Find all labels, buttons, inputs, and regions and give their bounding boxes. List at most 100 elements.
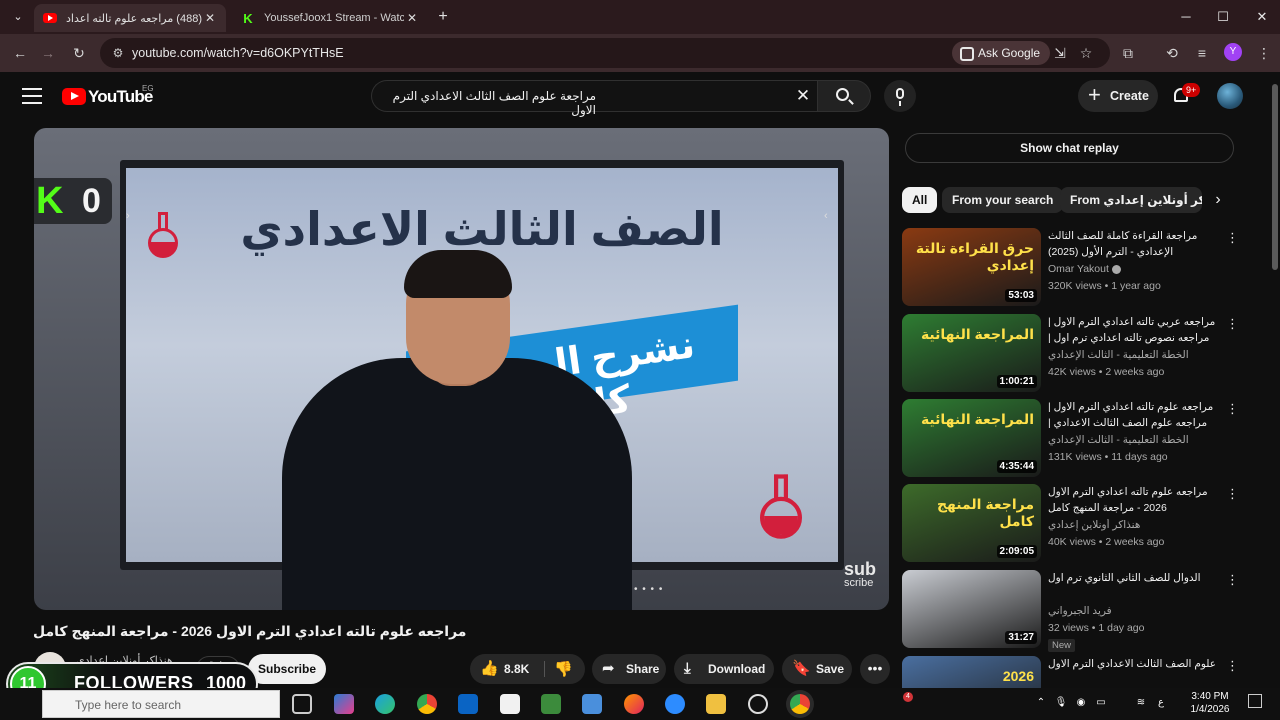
file-explorer-icon[interactable] xyxy=(706,694,726,714)
browser-profile-avatar[interactable]: Y xyxy=(1224,43,1242,61)
account-avatar[interactable] xyxy=(1217,83,1243,109)
clear-search-icon[interactable]: ✕ xyxy=(790,85,816,107)
recommended-channel-name[interactable]: الخطة التعليمية - الثالث الإعدادي xyxy=(1048,434,1220,446)
flask-icon xyxy=(146,212,180,260)
recommended-video[interactable]: مراجعة المنهج كامل 2:09:05 مراجعه علوم تال… xyxy=(902,484,1242,564)
recommended-video[interactable]: المراجعة النهائية 4:35:44 مراجعه علوم تالت… xyxy=(902,399,1242,479)
chrome-icon[interactable] xyxy=(417,694,437,714)
tab-search-chevron-icon[interactable]: ⌄ xyxy=(8,7,28,27)
search-input[interactable]: مراجعة علوم الصف الثالث الاعدادي الترم ا… xyxy=(371,80,817,117)
create-button[interactable]: + Create xyxy=(1078,80,1158,112)
task-view-icon[interactable] xyxy=(292,694,312,714)
dislike-thumb-icon[interactable]: 👎 xyxy=(554,655,573,685)
recommended-video[interactable]: 31:27 الدوال للصف الثاني الثانوي ترم اول ف… xyxy=(902,570,1242,652)
video-player[interactable]: الصف الثالث الاعدادي نشرح المنهج كامل K … xyxy=(34,128,889,610)
video-thumbnail[interactable]: مراجعة المنهج كامل 2:09:05 xyxy=(902,484,1041,562)
close-tab-icon[interactable]: ✕ xyxy=(404,11,420,25)
page-scrollbar-thumb[interactable] xyxy=(1272,84,1278,270)
microphone-tray-icon[interactable]: 🎙 xyxy=(1054,696,1068,709)
input-language[interactable]: ع xyxy=(1154,696,1168,709)
show-chat-replay-button[interactable]: Show chat replay xyxy=(905,133,1234,163)
close-tab-icon[interactable]: ✕ xyxy=(202,11,218,25)
maximize-window-button[interactable]: ☐ xyxy=(1213,8,1233,26)
install-app-icon[interactable]: ⇲ xyxy=(1050,43,1070,63)
more-options-icon[interactable]: ⋮ xyxy=(1226,230,1239,246)
chrome-active-icon[interactable] xyxy=(790,694,810,714)
tray-chevron-up-icon[interactable]: ⌃ xyxy=(1034,696,1048,709)
close-window-button[interactable]: ✕ xyxy=(1252,8,1272,26)
video-thumbnail[interactable]: المراجعة النهائية 4:35:44 xyxy=(902,399,1041,477)
site-info-icon[interactable]: ⚙ xyxy=(110,45,126,61)
notification-center-icon[interactable] xyxy=(1248,694,1262,708)
recommended-video[interactable]: المراجعة النهائية 1:00:21 مراجعه عربي تالت… xyxy=(902,314,1242,394)
video-thumbnail[interactable]: 31:27 xyxy=(902,570,1041,648)
bookmark-star-icon[interactable]: ☆ xyxy=(1076,43,1096,63)
more-options-icon[interactable]: ⋮ xyxy=(1226,316,1239,332)
ask-google-button[interactable]: Ask Google xyxy=(952,41,1051,65)
recommended-video-title[interactable]: الدوال للصف الثاني الثانوي ترم اول xyxy=(1048,570,1220,602)
video-thumbnail[interactable]: حرق القراءة تالتة إعدادي 53:03 xyxy=(902,228,1041,306)
video-title: مراجعه علوم تالته اعدادي الترم الاول 202… xyxy=(33,623,467,639)
reload-icon[interactable]: ↻ xyxy=(69,43,89,63)
recommended-video-title[interactable]: مراجعه علوم تالته اعدادي الترم الاول | م… xyxy=(1048,399,1220,431)
download-button[interactable]: ⤓ Download xyxy=(674,654,774,684)
browser-tab-youtube[interactable]: (488) مراجعه علوم تالته اعدادي ال ✕ xyxy=(34,4,226,32)
store-icon[interactable] xyxy=(500,694,520,714)
recommended-channel-name[interactable]: فريد الجبرواني xyxy=(1048,605,1220,617)
taskbar-search-placeholder: Type here to search xyxy=(75,698,182,712)
minimize-window-button[interactable]: ─ xyxy=(1176,8,1196,26)
photos-icon[interactable] xyxy=(582,694,602,714)
youtube-icon xyxy=(42,10,58,26)
recommended-video-title[interactable]: مراجعه عربي تالته اعدادي الترم الاول | م… xyxy=(1048,314,1220,346)
outlook-icon[interactable] xyxy=(458,694,478,714)
more-options-icon[interactable]: ⋮ xyxy=(1226,401,1239,417)
back-arrow-icon[interactable]: ← xyxy=(10,43,30,63)
chip-from-your-search[interactable]: From your search xyxy=(942,187,1064,213)
extensions-icon[interactable]: ⧉ xyxy=(1118,43,1138,63)
more-actions-button[interactable]: ••• xyxy=(860,654,890,684)
chevron-right-icon[interactable]: › xyxy=(1210,190,1226,210)
forward-arrow-icon[interactable]: → xyxy=(38,43,58,63)
obs-icon[interactable] xyxy=(748,694,768,714)
voice-search-button[interactable] xyxy=(884,80,916,112)
edge-icon[interactable] xyxy=(375,694,395,714)
recommended-video-title[interactable]: مراجعة القراءة كاملة للصف الثالث الإعداد… xyxy=(1048,228,1220,260)
recommended-video-title[interactable]: علوم الصف الثالث الاعدادي الترم الاول xyxy=(1048,656,1220,688)
recommended-channel-name[interactable]: الخطة التعليمية - الثالث الإعدادي xyxy=(1048,349,1220,361)
wifi-tray-icon[interactable]: ≋ xyxy=(1134,696,1148,709)
taskbar-search-input[interactable]: Type here to search xyxy=(42,690,280,718)
location-tray-icon[interactable]: ◉ xyxy=(1074,696,1088,709)
thumbnail-text: المراجعة النهائية xyxy=(920,411,1034,427)
chip-from-channel[interactable]: From هنذاكر أونلاين إعدادي xyxy=(1060,187,1202,213)
media-controls-icon[interactable]: ≡ xyxy=(1192,43,1212,63)
video-thumbnail[interactable]: المراجعة النهائية 1:00:21 xyxy=(902,314,1041,392)
subscribe-button[interactable]: Subscribe xyxy=(248,654,326,684)
search-button[interactable] xyxy=(817,80,871,112)
zoom-icon[interactable] xyxy=(665,694,685,714)
more-options-icon[interactable]: ⋮ xyxy=(1226,658,1239,674)
taskbar-clock[interactable]: 3:40 PM 1/4/2026 xyxy=(1184,690,1236,716)
browser-tab-kick[interactable]: K YoussefJoox1 Stream - Watch L ✕ xyxy=(232,4,428,32)
save-button[interactable]: 🔖 Save xyxy=(782,654,852,684)
like-thumb-icon[interactable]: 👍 xyxy=(480,654,499,684)
chip-all[interactable]: All xyxy=(902,187,938,213)
firefox-icon[interactable] xyxy=(624,694,644,714)
more-options-icon[interactable]: ⋮ xyxy=(1226,486,1239,502)
recommended-channel-name[interactable]: هنذاكر أونلاين إعدادي xyxy=(1048,519,1220,531)
recommended-video-title[interactable]: مراجعه علوم تالته اعدادي الترم الاول 202… xyxy=(1048,484,1220,516)
network-tray-icon[interactable]: ▭ xyxy=(1094,696,1108,709)
menu-hamburger-icon[interactable] xyxy=(22,88,42,104)
watermark-sub: scribe xyxy=(844,577,874,589)
like-count[interactable]: 8.8K xyxy=(504,654,529,684)
subscribe-watermark[interactable]: sub scribe xyxy=(844,560,876,590)
recommended-channel-name[interactable]: Omar Yakout xyxy=(1048,263,1220,275)
sync-icon[interactable]: ⟲ xyxy=(1162,43,1182,63)
app-icon[interactable] xyxy=(541,694,561,714)
share-button[interactable]: ➦ Share xyxy=(592,654,666,684)
copilot-icon[interactable] xyxy=(334,694,354,714)
recommended-video[interactable]: حرق القراءة تالتة إعدادي 53:03 مراجعة القر… xyxy=(902,228,1242,308)
more-options-icon[interactable]: ⋮ xyxy=(1226,572,1239,588)
new-tab-button[interactable]: + xyxy=(434,8,452,26)
youtube-logo-icon[interactable] xyxy=(62,88,86,105)
browser-menu-icon[interactable]: ⋮ xyxy=(1254,43,1274,63)
